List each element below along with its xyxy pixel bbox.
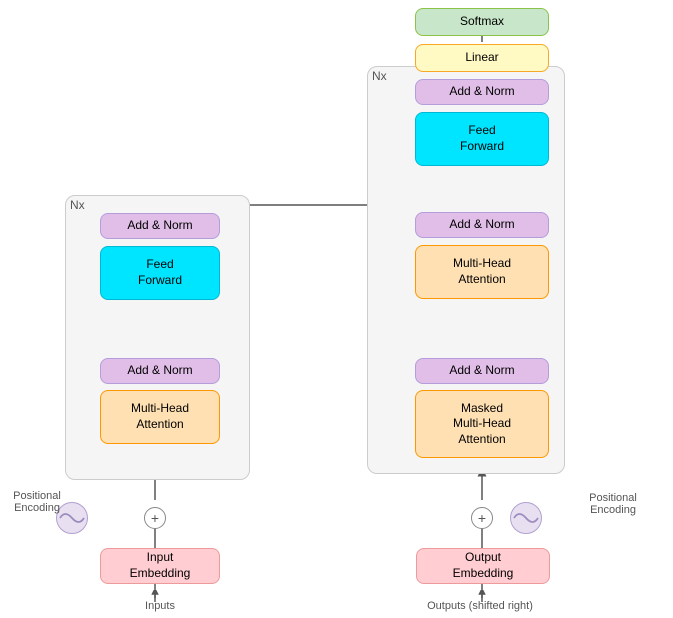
encoder-addnorm2: Add & Norm <box>100 213 220 239</box>
input-embedding: InputEmbedding <box>100 548 220 584</box>
pos-enc-label-left: Positional Encoding <box>8 490 66 514</box>
encoder-multihead: Multi-HeadAttention <box>100 390 220 444</box>
decoder-multihead: Multi-HeadAttention <box>415 245 549 299</box>
outputs-arrow <box>475 590 495 606</box>
encoder-addnorm1: Add & Norm <box>100 358 220 384</box>
linear-block: Linear <box>415 44 549 72</box>
inputs-arrow <box>148 590 168 606</box>
pos-enc-plus-right: + <box>471 507 493 529</box>
decoder-addnorm1: Add & Norm <box>415 358 549 384</box>
softmax-block: Softmax <box>415 8 549 36</box>
decoder-addnorm2: Add & Norm <box>415 212 549 238</box>
decoder-feedforward: FeedForward <box>415 112 549 166</box>
encoder-feedforward: FeedForward <box>100 246 220 300</box>
pos-enc-label-right: Positional Encoding <box>574 492 652 516</box>
output-embedding: OutputEmbedding <box>416 548 550 584</box>
decoder-addnorm3: Add & Norm <box>415 79 549 105</box>
transformer-diagram: Nx Nx Add & Norm FeedForward Add & Norm … <box>0 0 673 618</box>
nx-decoder-label: Nx <box>372 69 387 83</box>
pos-enc-wave-right <box>510 502 542 534</box>
pos-enc-plus-left: + <box>144 507 166 529</box>
nx-encoder-label: Nx <box>70 198 85 212</box>
decoder-masked-mha: MaskedMulti-HeadAttention <box>415 390 549 458</box>
